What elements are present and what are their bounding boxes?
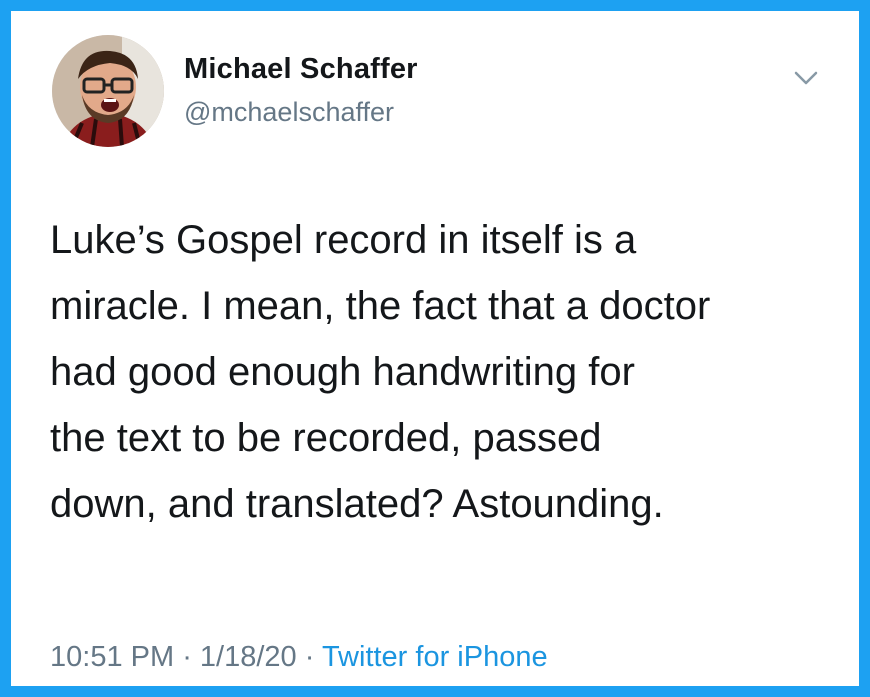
author-handle[interactable]: @mchaelschaffer [184,97,394,128]
meta-separator: · [296,641,322,673]
screenshot-frame: Michael Schaffer @mchaelschaffer Luke’s … [0,0,870,697]
tweet-metadata: 10:51 PM · 1/18/20 · Twitter for iPhone [50,641,548,674]
tweet-card: Michael Schaffer @mchaelschaffer Luke’s … [11,11,859,686]
chevron-down-icon[interactable] [791,63,821,93]
tweet-time[interactable]: 10:51 PM [50,641,174,673]
author-name[interactable]: Michael Schaffer [184,53,418,86]
tweet-date[interactable]: 1/18/20 [200,641,297,673]
avatar[interactable] [52,35,164,147]
tweet-text: Luke’s Gospel record in itself is a mira… [50,218,711,526]
meta-separator: · [174,641,200,673]
avatar-image [52,35,164,147]
tweet-source-link[interactable]: Twitter for iPhone [322,641,548,673]
